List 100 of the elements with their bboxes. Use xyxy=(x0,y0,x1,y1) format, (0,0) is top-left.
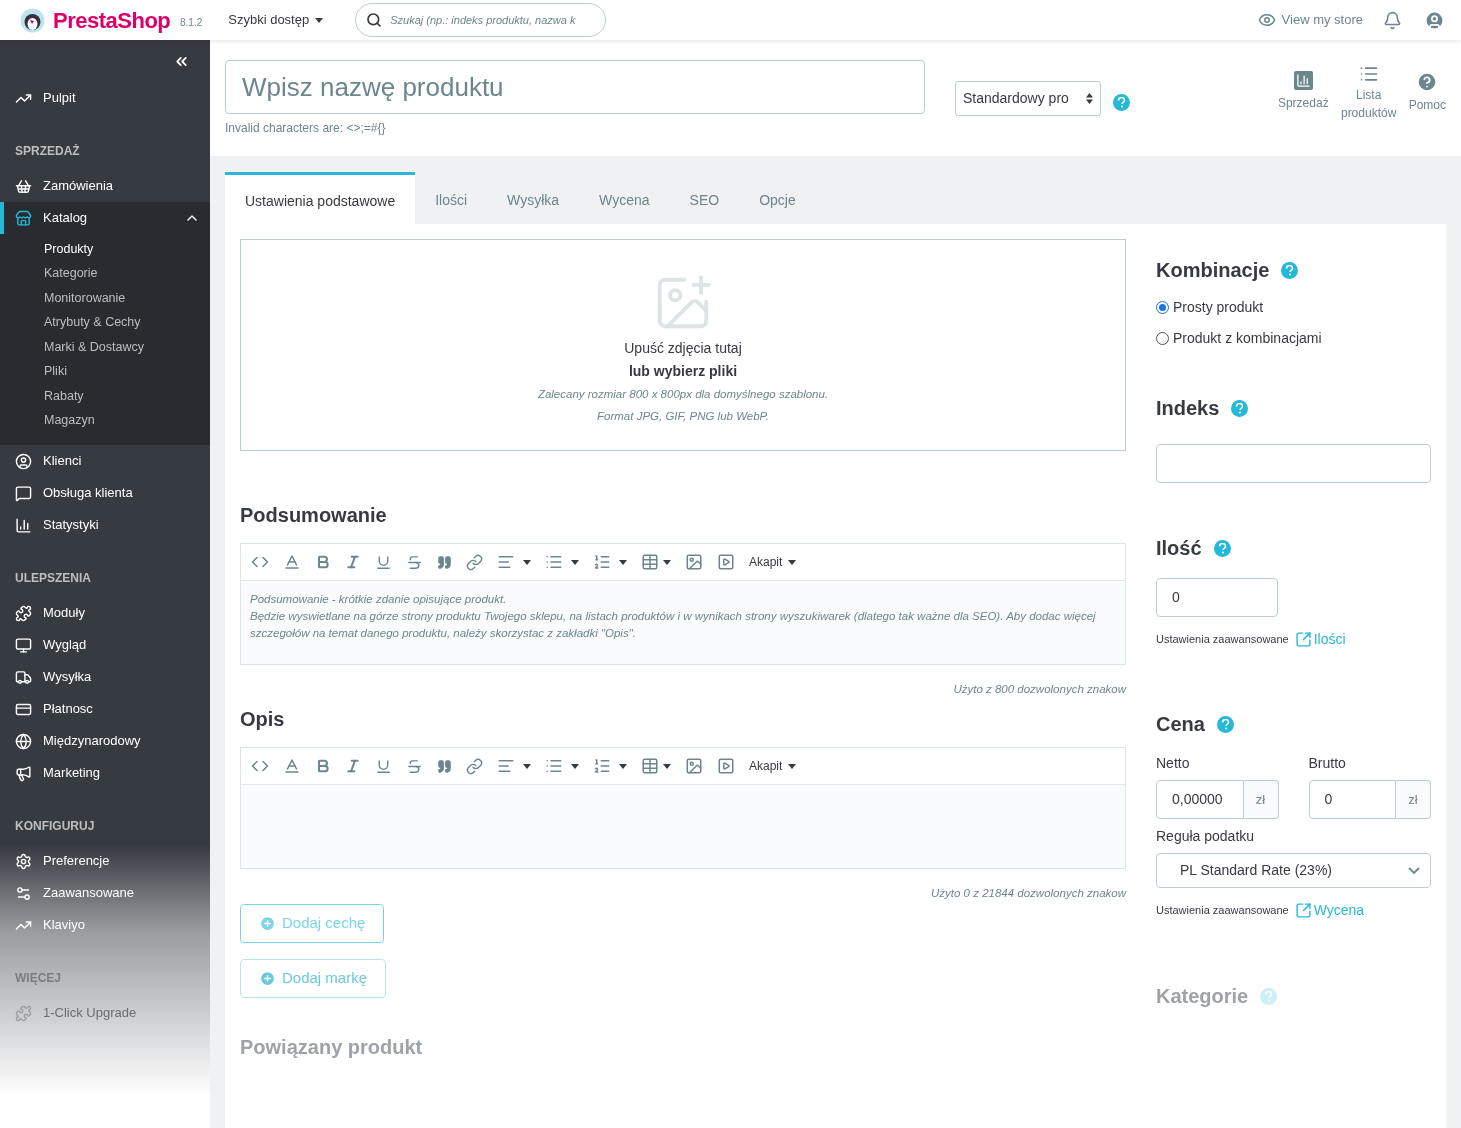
quote-icon[interactable] xyxy=(437,758,452,774)
tab[interactable]: SEO xyxy=(669,172,740,224)
chat-icon xyxy=(15,484,32,502)
submenu-item[interactable]: Produkty xyxy=(0,237,210,262)
link-icon[interactable] xyxy=(466,553,483,571)
plus-icon xyxy=(259,969,276,987)
reference-field[interactable] xyxy=(1156,444,1431,483)
section-heading: KONFIGURUJ xyxy=(14,818,96,835)
submenu-item[interactable]: Monitorowanie xyxy=(0,286,210,311)
logo-text: PrestaShop xyxy=(53,6,171,35)
numbered-list-icon[interactable] xyxy=(593,553,611,571)
sidebar-item[interactable]: Statystyki xyxy=(0,509,210,541)
summary-editor[interactable]: Podsumowanie - krótkie zdanie opisujące produkt. Będzie wyswietlane na górze strony produktu Twojego sklepu, na listach produktów i w wynikach strony wyszukiwarek (dlatego tak ważne dla SEO). Aby dodac więcej szczegołów na temat danego produktu, należy skorzystac z zakładki "Opis". xyxy=(241,581,1125,664)
table-icon[interactable] xyxy=(641,553,659,571)
tab[interactable]: Opcje xyxy=(739,172,816,224)
submenu-item[interactable]: Pliki xyxy=(0,359,210,384)
globe-icon xyxy=(15,732,32,750)
italic-icon[interactable] xyxy=(345,758,361,775)
submenu-item[interactable]: Kategorie xyxy=(0,261,210,286)
video-icon[interactable] xyxy=(717,757,735,776)
strikethrough-icon[interactable] xyxy=(406,553,423,571)
sidebar-item[interactable]: Zaawansowane xyxy=(0,877,210,909)
format-dropdown[interactable]: Akapit xyxy=(749,757,797,776)
browse-files-link[interactable]: lub wybierz pliki xyxy=(628,361,738,382)
help-icon[interactable] xyxy=(1231,399,1249,417)
product-name-field[interactable]: Wpisz nazwę produktu xyxy=(225,60,925,114)
submenu-item[interactable]: Atrybuty & Cechy xyxy=(0,310,210,335)
invalid-characters-hint: Invalid characters are: <>;=#{} xyxy=(225,120,387,137)
section-heading: WIĘCEJ xyxy=(14,970,62,987)
sidebar-item[interactable]: Moduły xyxy=(0,597,210,629)
sidebar-item[interactable]: Obsługa klienta xyxy=(0,477,210,509)
sidebar-item[interactable]: Marketing xyxy=(0,757,210,789)
image-icon[interactable] xyxy=(685,757,703,776)
gross-price-field[interactable]: 0 xyxy=(1308,780,1396,819)
sidebar-item[interactable]: Pulpit xyxy=(0,82,210,114)
sidebar-item[interactable]: Klienci xyxy=(0,445,210,477)
product-type-select[interactable]: Standardowy pro xyxy=(955,81,1101,116)
table-icon[interactable] xyxy=(641,757,659,776)
submenu-item[interactable]: Marki & Dostawcy xyxy=(0,335,210,360)
sidebar-item[interactable]: Płatnosc xyxy=(0,693,210,725)
help-circle-icon xyxy=(1416,71,1439,93)
image-icon[interactable] xyxy=(685,553,703,571)
link-icon[interactable] xyxy=(466,757,483,775)
notifications-icon[interactable] xyxy=(1383,10,1402,30)
sidebar-item[interactable]: Wysyłka xyxy=(0,661,210,693)
logo-icon xyxy=(20,7,45,33)
net-price-field[interactable]: 0,00000 xyxy=(1156,780,1244,819)
bold-icon[interactable] xyxy=(315,554,331,570)
numbered-list-icon[interactable] xyxy=(593,757,611,776)
toolbar-button[interactable]: Pomoc xyxy=(1408,52,1446,114)
help-icon[interactable] xyxy=(1213,539,1231,557)
sidebar-item[interactable]: Wygląd xyxy=(0,629,210,661)
tab[interactable]: Ilości xyxy=(415,172,488,224)
format-dropdown[interactable]: Akapit xyxy=(749,553,797,571)
chart-icon xyxy=(1293,71,1313,90)
quantity-field[interactable]: 0 xyxy=(1156,578,1278,617)
external-link-icon xyxy=(1294,902,1312,919)
account-icon[interactable] xyxy=(1424,9,1445,31)
eye-icon xyxy=(1257,11,1276,29)
text-color-icon[interactable] xyxy=(283,757,301,776)
align-icon[interactable] xyxy=(497,553,515,571)
field-label: Netto xyxy=(1156,754,1191,773)
character-counter: Użyto z 800 dozwolonych znakow xyxy=(953,682,1126,697)
sidebar-item[interactable]: Zamówienia xyxy=(0,170,210,202)
help-icon[interactable] xyxy=(1216,715,1234,733)
quick-access-menu[interactable]: Szybki dostęp xyxy=(228,10,324,30)
dropzone-text: Upuść zdjęcia tutaj xyxy=(624,339,742,358)
view-store-link[interactable]: View my store xyxy=(1257,10,1363,30)
character-counter: Użyto 0 z 21844 dozwolonych znakow xyxy=(931,886,1126,902)
sidebar-item[interactable]: Międzynarodowy xyxy=(0,725,210,757)
help-icon[interactable] xyxy=(1113,94,1130,111)
quote-icon[interactable] xyxy=(437,554,452,570)
image-dropzone[interactable]: Upuść zdjęcia tutaj lub wybierz pliki Zalecany rozmiar 800 x 800px dla domyślnego szablonu. Format JPG, GIF, PNG lub WebP. xyxy=(240,239,1126,451)
italic-icon[interactable] xyxy=(345,554,361,570)
puzzle-icon xyxy=(15,1004,32,1022)
toolbar-button[interactable]: Sprzedaż xyxy=(1277,52,1329,112)
underline-icon[interactable] xyxy=(375,757,392,775)
bullet-list-icon[interactable] xyxy=(545,553,563,571)
section-title: Indeks xyxy=(1156,396,1220,421)
tab[interactable]: Wycena xyxy=(579,172,670,224)
section-title: Kategorie xyxy=(1156,984,1249,1009)
submenu-item[interactable]: Magazyn xyxy=(0,408,210,433)
video-icon[interactable] xyxy=(717,553,735,571)
tax-rule-select[interactable]: PL Standard Rate (23%) xyxy=(1156,853,1431,888)
toolbar-button[interactable]: Lista produktów xyxy=(1336,52,1401,122)
tab[interactable]: Ustawienia podstawowe xyxy=(225,172,416,224)
currency-addon: zł xyxy=(1243,780,1279,819)
caret-icon xyxy=(619,763,627,769)
help-icon[interactable] xyxy=(1281,261,1299,279)
tab[interactable]: Wysyłka xyxy=(487,172,580,224)
external-link-icon xyxy=(1294,631,1312,648)
advanced-settings-label: Ustawienia zaawansowane xyxy=(1156,632,1289,648)
text-color-icon[interactable] xyxy=(283,553,301,571)
caret-icon xyxy=(315,17,324,23)
sidebar-item[interactable]: Katalog xyxy=(0,202,210,234)
bold-icon[interactable] xyxy=(315,758,331,775)
submenu-item[interactable]: Rabaty xyxy=(0,384,210,409)
underline-icon[interactable] xyxy=(375,553,392,571)
sidebar-item[interactable]: Preferencje xyxy=(0,845,210,877)
strikethrough-icon[interactable] xyxy=(406,757,423,775)
